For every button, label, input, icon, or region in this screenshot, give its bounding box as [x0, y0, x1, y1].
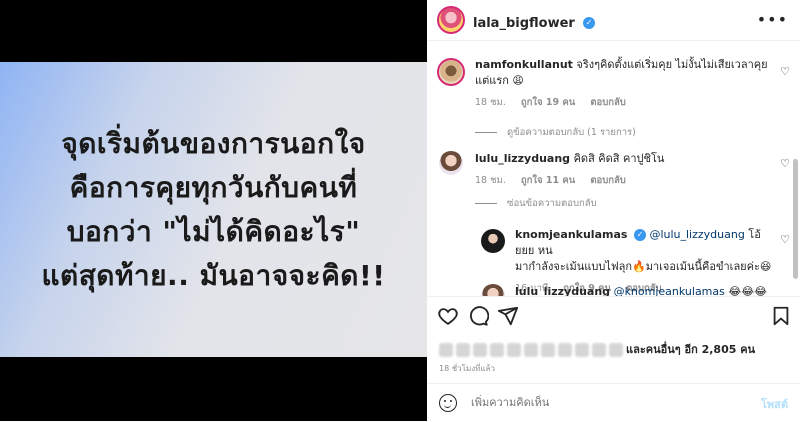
post-timestamp[interactable]: 18 ชั่วโมงที่แล้ว [439, 362, 495, 375]
comment: lulu_lizzyduang คิดสิ คิดสิ คาปูชิโน 18 … [475, 151, 775, 189]
post-image: จุดเริ่มต้นของการนอกใจ คือการคุยทุกวันกั… [0, 62, 427, 357]
like-comment-heart-icon[interactable]: ♡ [780, 157, 790, 170]
save-bookmark-icon[interactable] [770, 305, 792, 327]
comment-text: คิดสิ คิดสิ คาปูชิโน [573, 152, 665, 165]
author-avatar[interactable] [437, 6, 465, 34]
commenter-avatar[interactable] [481, 284, 505, 296]
view-replies-button[interactable]: ดูข้อความตอบกลับ (1 รายการ) [475, 125, 636, 140]
commenter-avatar[interactable] [437, 58, 465, 86]
hide-replies-button[interactable]: ซ่อนข้อความตอบกลับ [475, 196, 597, 211]
post-image-line: บอกว่า "ไม่ได้คิดอะไร" [66, 214, 361, 248]
add-comment-bar: โพสต์ [427, 383, 800, 422]
mention-link[interactable]: @lulu_lizzyduang [649, 228, 744, 241]
verified-badge-icon: ✓ [582, 16, 595, 29]
comment-username[interactable]: namfonkullanut [475, 58, 573, 71]
more-options-icon[interactable]: ••• [757, 10, 788, 29]
emoji-picker-icon[interactable] [439, 394, 457, 412]
comments-list: namfonkullanut จริงๆคิดตั้งแต่เริ่มคุย ไ… [427, 41, 800, 296]
post-comment-button[interactable]: โพสต์ [761, 395, 788, 413]
post-image-line: คือการคุยทุกวันกับคนที่ [69, 170, 358, 204]
comment-likes[interactable]: ถูกใจ 19 คน [521, 97, 575, 108]
comment-icon[interactable] [467, 305, 489, 327]
share-send-icon[interactable] [497, 305, 519, 327]
comment-time[interactable]: 18 ชม. [475, 97, 506, 108]
reply-comment: lulu_lizzyduang @knomjeankulamas 😂😂😂 [515, 284, 775, 296]
reply-button[interactable]: ตอบกลับ [590, 175, 626, 186]
post-actions [427, 296, 800, 337]
post-image-line: แต่สุดท้าย.. มันอาจจะคิด!! [41, 258, 386, 292]
comment-emoji: 😂😂😂 [728, 285, 767, 296]
reply-button[interactable]: ตอบกลับ [590, 97, 626, 108]
comment-input[interactable] [469, 395, 733, 410]
commenter-avatar[interactable] [481, 229, 505, 253]
post-image-line: จุดเริ่มต้นของการนอกใจ [61, 126, 366, 160]
verified-badge-icon: ✓ [633, 229, 646, 241]
like-comment-heart-icon[interactable]: ♡ [780, 65, 790, 78]
liked-by-text[interactable]: และคนอื่นๆ อีก 2,805 คน [626, 343, 755, 356]
post-side-panel: lala_bigflower ✓ ••• namfonkullanut จริง… [427, 0, 800, 421]
author-username[interactable]: lala_bigflower [473, 16, 575, 31]
scrollbar-thumb[interactable] [793, 159, 798, 279]
like-comment-heart-icon[interactable]: ♡ [780, 233, 790, 246]
comment-likes[interactable]: ถูกใจ 11 คน [521, 175, 575, 186]
comment-text: มากำลังจะเม้นแบบไฟลุก🔥มาเจอเม้นนี้คือขำเ… [515, 260, 772, 273]
post-media[interactable]: จุดเริ่มต้นของการนอกใจ คือการคุยทุกวันกั… [0, 0, 427, 421]
post-image-text: จุดเริ่มต้นของการนอกใจ คือการคุยทุกวันกั… [41, 122, 385, 298]
commenter-avatar[interactable] [439, 151, 463, 175]
likes-count[interactable]: และคนอื่นๆ อีก 2,805 คน [439, 340, 755, 358]
mention-link[interactable]: @knomjeankulamas [614, 285, 725, 296]
post-header: lala_bigflower ✓ ••• [427, 0, 800, 41]
like-heart-icon[interactable] [437, 305, 459, 327]
comment: namfonkullanut จริงๆคิดตั้งแต่เริ่มคุย ไ… [475, 57, 775, 111]
comment-username[interactable]: knomjeankulamas [515, 228, 627, 241]
comment-username[interactable]: lulu_lizzyduang [475, 152, 570, 165]
comment-username[interactable]: lulu_lizzyduang [515, 285, 610, 296]
comment-time[interactable]: 18 ชม. [475, 175, 506, 186]
comments-scrollbar[interactable] [792, 41, 798, 296]
